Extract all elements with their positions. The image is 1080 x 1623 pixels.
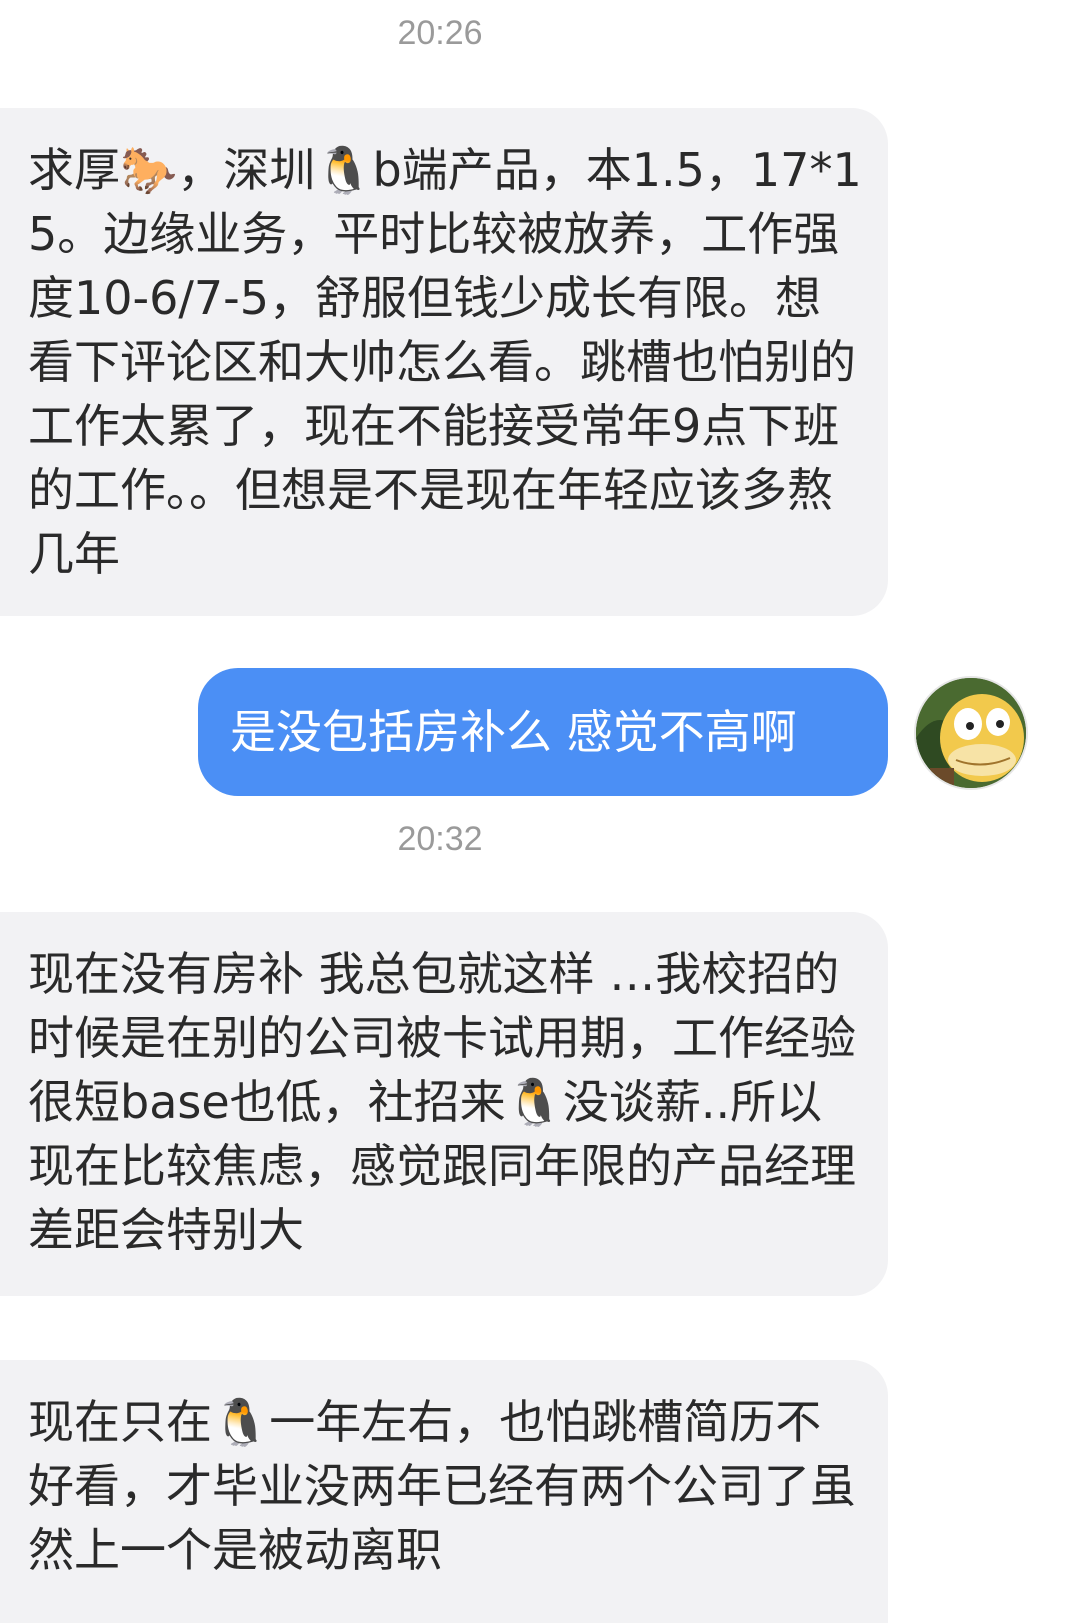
psyduck-avatar-icon[interactable] <box>914 676 1028 790</box>
avatar-image <box>916 678 1026 788</box>
sent-message-bubble[interactable]: 是没包括房补么 感觉不高啊 <box>198 668 888 796</box>
timestamp: 20:32 <box>397 820 483 858</box>
received-message-bubble[interactable]: 现在只在🐧一年左右，也怕跳槽简历不好看，才毕业没两年已经有两个公司了虽然上一个是… <box>0 1360 888 1623</box>
timestamp: 20:26 <box>397 14 483 52</box>
received-message-bubble[interactable]: 求厚🐎，深圳🐧b端产品，本1.5，17*15。边缘业务，平时比较被放养，工作强度… <box>0 108 888 616</box>
received-message-bubble[interactable]: 现在没有房补 我总包就这样 …我校招的时候是在别的公司被卡试用期，工作经验很短b… <box>0 912 888 1296</box>
